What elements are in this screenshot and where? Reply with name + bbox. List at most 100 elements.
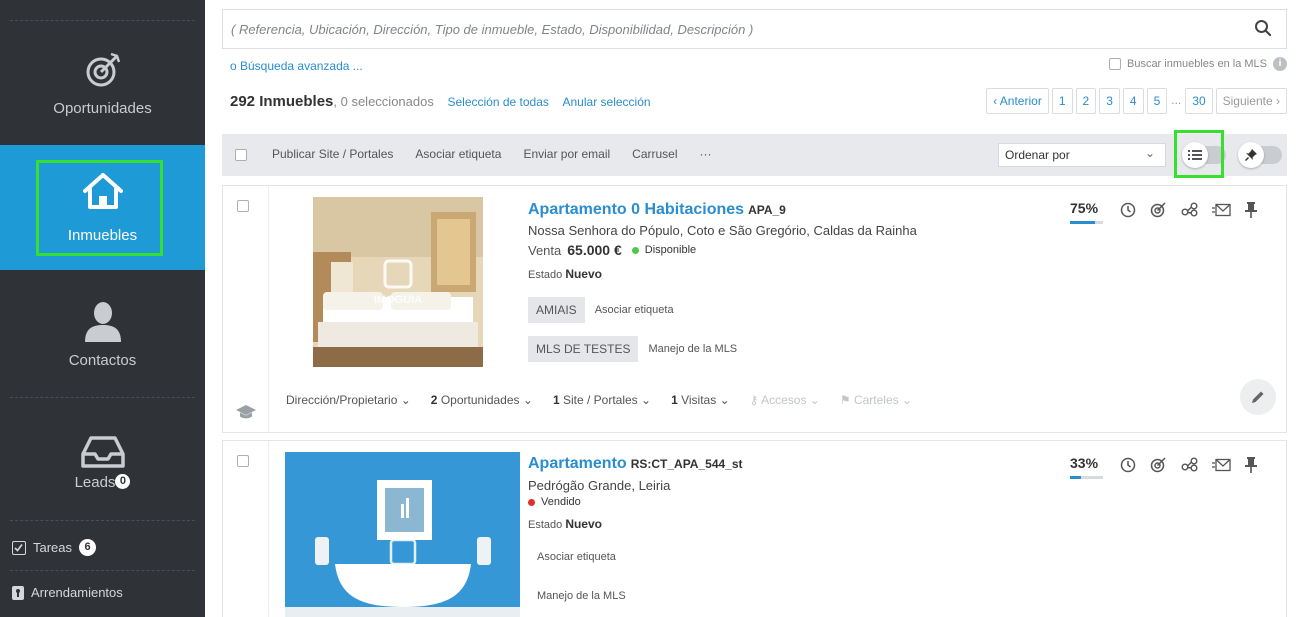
- owner-dropdown[interactable]: Dirección/Propietario ⌄: [286, 393, 411, 407]
- pin-icon[interactable]: [1245, 201, 1257, 218]
- card-divider: [268, 441, 269, 617]
- pager-ellipsis: ...: [1170, 88, 1183, 114]
- signs-label: Carteles: [853, 393, 899, 407]
- signs-dropdown[interactable]: ⚑ Carteles ⌄: [840, 393, 912, 407]
- card-actions: [1120, 456, 1257, 473]
- pager-page[interactable]: 2: [1075, 88, 1097, 114]
- access-dropdown[interactable]: ⚷ Accesos ⌄: [750, 393, 820, 407]
- estado-line: Estado Nuevo: [528, 267, 602, 281]
- status-dot: [631, 246, 639, 254]
- completion-bar-fill: [1070, 221, 1095, 224]
- sidebar-item-label: Arrendamientos: [31, 585, 123, 600]
- status-dot: [528, 498, 535, 506]
- property-photo[interactable]: IMOGUIA: [313, 197, 483, 367]
- edit-button[interactable]: [1240, 379, 1276, 415]
- status-text: Vendido: [541, 496, 581, 508]
- price-line: Venta 65.000 € Disponible: [528, 242, 696, 258]
- results-summary: 292 Inmuebles, 0 seleccionados Selección…: [230, 93, 651, 110]
- results-count: 292 Inmuebles: [230, 93, 334, 110]
- pin-toggle[interactable]: [1238, 142, 1284, 168]
- opportunities-dropdown[interactable]: 2 Oportunidades ⌄: [431, 393, 533, 407]
- property-title-wrap: Apartamento RS:CT_APA_544_st: [528, 455, 743, 473]
- completion-bar: [1070, 221, 1103, 224]
- tag-badge[interactable]: AMIAIS: [528, 297, 585, 323]
- search-input[interactable]: [231, 18, 1231, 40]
- estado-label: Estado: [528, 519, 563, 531]
- status-line: Vendido: [528, 496, 581, 508]
- mls-badge[interactable]: MLS DE TESTES: [528, 336, 639, 362]
- mls-search-toggle[interactable]: Buscar inmuebles en la MLS i: [1108, 57, 1287, 71]
- checkbox-icon: [12, 540, 26, 555]
- visit-count: 1: [671, 393, 678, 407]
- pager-page[interactable]: 1: [1051, 88, 1073, 114]
- property-card: IMOGUIA Apartamento 0 Habitaciones APA_9 …: [222, 185, 1287, 434]
- mls-manage-link[interactable]: Manejo de la MLS: [648, 343, 737, 355]
- person-icon: [84, 302, 121, 342]
- visits-dropdown[interactable]: 1 Visitas ⌄: [671, 393, 730, 407]
- property-ref: RS:CT_APA_544_st: [630, 457, 743, 471]
- completion-bar: [1070, 476, 1103, 479]
- pager-prev[interactable]: ‹ Anterior: [986, 88, 1049, 114]
- svg-text:IMOGUIA: IMOGUIA: [374, 294, 422, 306]
- sidebar-separator: [10, 397, 195, 398]
- row-checkbox[interactable]: [237, 455, 249, 467]
- share-icon[interactable]: [1181, 202, 1198, 217]
- pager-page[interactable]: 4: [1122, 88, 1144, 114]
- pin-icon[interactable]: [1245, 456, 1257, 473]
- target-icon: [86, 52, 120, 87]
- sidebar: Oportunidades Inmuebles Contactos Leads 0: [0, 0, 205, 617]
- sidebar-separator: [10, 20, 195, 21]
- sidebar-separator: [10, 570, 195, 571]
- clear-selection-link[interactable]: Anular selección: [563, 95, 651, 109]
- owner-label: Dirección/Propietario: [286, 393, 398, 407]
- sidebar-item-oportunidades[interactable]: Oportunidades: [0, 30, 205, 145]
- info-icon[interactable]: i: [1273, 57, 1287, 71]
- property-ref: APA_9: [748, 203, 786, 217]
- row-checkbox[interactable]: [237, 200, 249, 212]
- key-icon: ⚷: [749, 393, 759, 407]
- target-icon[interactable]: [1150, 456, 1167, 473]
- pager-page[interactable]: 3: [1099, 88, 1120, 114]
- email-send-icon[interactable]: [1212, 203, 1231, 217]
- search-bar: [222, 9, 1287, 49]
- carousel-button[interactable]: Carrusel: [632, 147, 677, 161]
- property-address: Nossa Senhora do Pópulo, Coto e São Greg…: [528, 223, 917, 238]
- pager-last[interactable]: 30: [1185, 88, 1213, 114]
- associate-tag-link[interactable]: Asociar etiqueta: [595, 304, 674, 316]
- publish-button[interactable]: Publicar Site / Portales: [272, 147, 393, 161]
- pager-next[interactable]: Siguiente ›: [1215, 88, 1287, 114]
- sort-select[interactable]: Ordenar por ⌄: [998, 143, 1166, 167]
- advanced-search-link[interactable]: o Búsqueda avanzada ...: [230, 59, 363, 73]
- clock-icon[interactable]: [1120, 202, 1136, 218]
- sidebar-item-label: Tareas: [33, 540, 73, 555]
- property-title[interactable]: Apartamento: [528, 455, 627, 472]
- property-photo[interactable]: [285, 452, 520, 617]
- status-text: Disponible: [644, 244, 697, 256]
- pager-page[interactable]: 5: [1146, 88, 1168, 114]
- more-button[interactable]: ···: [700, 147, 712, 161]
- price-prefix: Venta: [528, 242, 562, 258]
- sidebar-item-arrendamientos[interactable]: Arrendamientos: [12, 585, 123, 600]
- portals-dropdown[interactable]: 1 Site / Portales ⌄: [553, 393, 651, 407]
- property-address: Pedrógão Grande, Leiria: [528, 478, 671, 493]
- sidebar-item-leads[interactable]: Leads 0: [0, 408, 205, 508]
- clock-icon[interactable]: [1120, 457, 1136, 473]
- sidebar-item-label: Oportunidades: [53, 100, 152, 117]
- sidebar-item-contactos[interactable]: Contactos: [0, 278, 205, 393]
- toolbar-actions: Publicar Site / Portales Asociar etiquet…: [272, 147, 712, 161]
- associate-tag-link[interactable]: Asociar etiqueta: [537, 551, 616, 563]
- select-all-link[interactable]: Selección de todas: [447, 95, 548, 109]
- email-send-icon[interactable]: [1212, 458, 1231, 472]
- target-icon[interactable]: [1150, 201, 1167, 218]
- share-icon[interactable]: [1181, 457, 1198, 472]
- tag-button[interactable]: Asociar etiqueta: [415, 147, 501, 161]
- mls-checkbox[interactable]: [1108, 58, 1121, 70]
- estado-line: Estado Nuevo: [528, 517, 602, 531]
- site-count: 1: [552, 393, 560, 407]
- search-icon[interactable]: [1254, 19, 1272, 42]
- mls-manage-link[interactable]: Manejo de la MLS: [537, 590, 626, 602]
- sidebar-item-tareas[interactable]: Tareas 6: [12, 539, 97, 556]
- property-title[interactable]: Apartamento 0 Habitaciones: [528, 201, 744, 218]
- email-button[interactable]: Enviar por email: [523, 147, 610, 161]
- select-all-checkbox[interactable]: [235, 149, 247, 161]
